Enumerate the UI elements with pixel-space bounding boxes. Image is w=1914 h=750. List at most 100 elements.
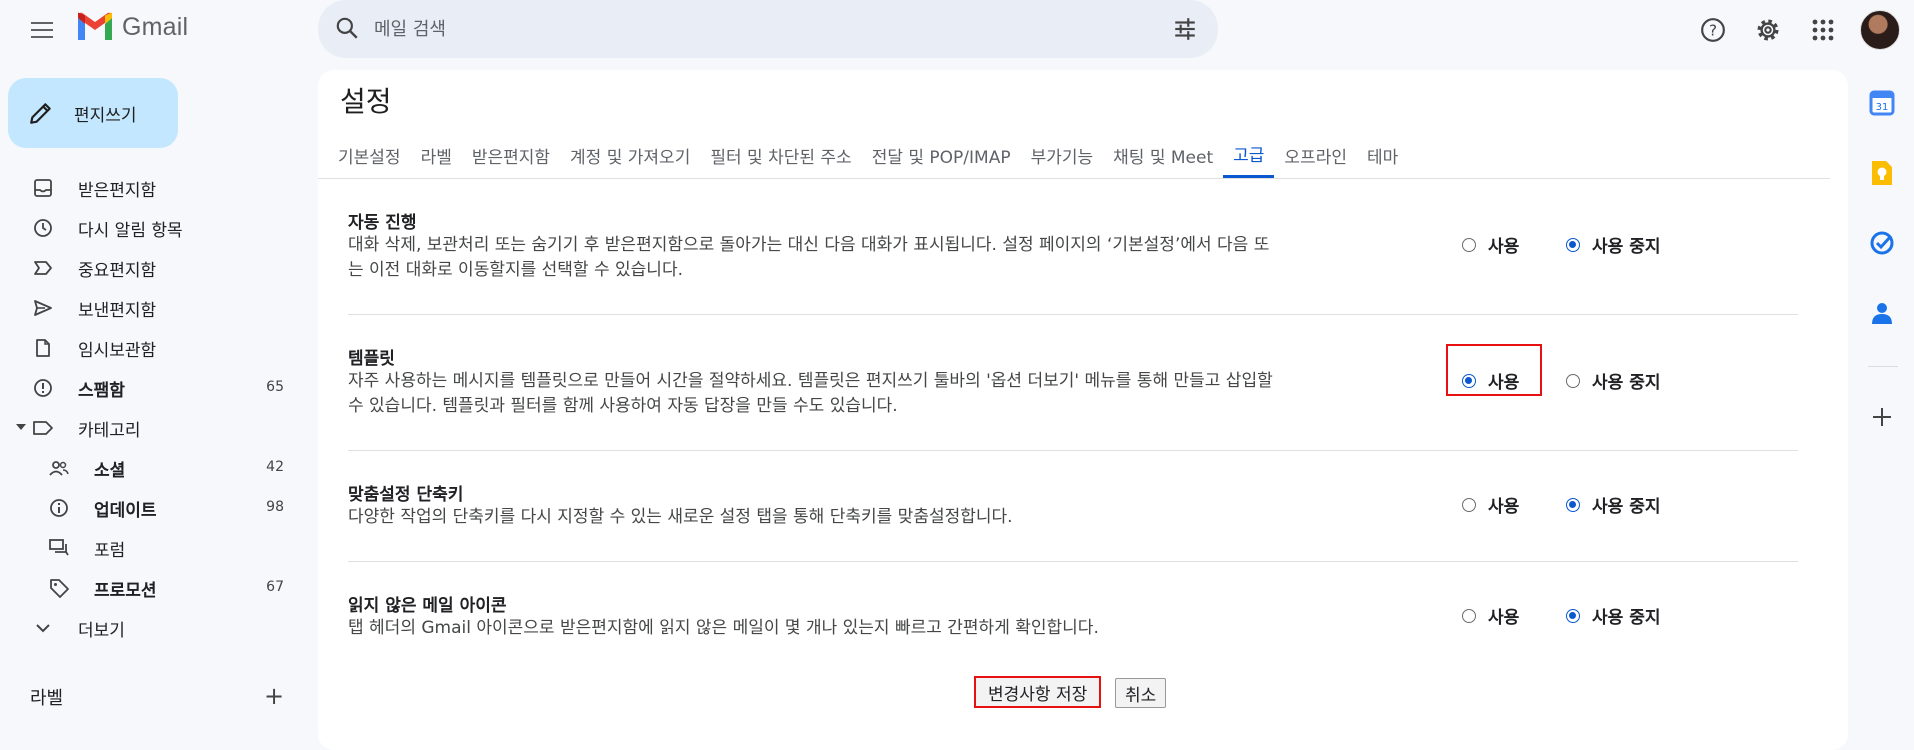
plus-icon: +: [264, 682, 285, 710]
top-right-actions: ?: [1691, 8, 1914, 52]
compose-button[interactable]: 편지쓰기: [8, 78, 178, 148]
side-panel-divider: [1868, 366, 1898, 367]
sidebar-item-drafts[interactable]: 임시보관함: [0, 327, 300, 367]
disable-radio[interactable]: [1566, 237, 1580, 252]
sidebar-item-snoozed[interactable]: 다시 알림 항목: [0, 207, 300, 247]
pencil-icon: [30, 103, 51, 124]
save-changes-button[interactable]: 변경사항 저장: [974, 676, 1102, 708]
sidebar-item-label: 스팸함: [78, 381, 125, 401]
disable-option[interactable]: 사용 중지: [1566, 603, 1660, 628]
help-button[interactable]: ?: [1691, 8, 1735, 52]
main-menu-button[interactable]: [22, 10, 62, 50]
tab-accounts[interactable]: 계정 및 가져오기: [560, 132, 700, 178]
unread-count: 98: [266, 499, 284, 515]
sidebar-item-label: 더보기: [78, 621, 125, 641]
sidebar-item-label: 보낸편지함: [78, 301, 157, 321]
plus-icon: [1873, 408, 1891, 426]
settings-button[interactable]: [1746, 8, 1790, 52]
enable-radio[interactable]: [1462, 497, 1476, 512]
unread-count: 42: [266, 459, 284, 475]
cancel-button[interactable]: 취소: [1115, 678, 1167, 708]
disable-option[interactable]: 사용 중지: [1566, 492, 1660, 517]
sidebar-item-updates[interactable]: 업데이트 98: [0, 487, 300, 527]
enable-radio[interactable]: [1462, 608, 1476, 623]
keep-icon: [1872, 161, 1892, 185]
row-divider: [348, 450, 1798, 451]
setting-description-line: 대화 삭제, 보관처리 또는 숨기기 후 받은편지함으로 돌아가는 대신 다음 …: [348, 235, 1270, 255]
info-icon: [50, 499, 68, 517]
sidebar-item-sent[interactable]: 보낸편지함: [0, 287, 300, 327]
enable-option[interactable]: 사용: [1462, 603, 1519, 628]
sidebar-nav: 받은편지함 다시 알림 항목 중요편지함 보낸편지함 임시보관함 스팸함 65 …: [0, 167, 300, 647]
search-icon[interactable]: [334, 15, 360, 41]
hamburger-icon: [31, 22, 53, 38]
tab-advanced[interactable]: 고급: [1223, 132, 1275, 178]
enable-option[interactable]: 사용: [1462, 232, 1519, 257]
tab-offline[interactable]: 오프라인: [1274, 132, 1357, 178]
setting-title: 템플릿: [348, 349, 395, 369]
get-addons-button[interactable]: [1867, 402, 1897, 432]
setting-title: 자동 진행: [348, 213, 417, 233]
search-options-icon[interactable]: [1172, 16, 1198, 42]
disable-radio[interactable]: [1566, 373, 1580, 388]
sidebar-item-inbox[interactable]: 받은편지함: [0, 167, 300, 207]
top-bar: Gmail ?: [0, 0, 1914, 58]
sidebar-item-more[interactable]: 더보기: [0, 607, 300, 647]
tab-themes[interactable]: 테마: [1357, 132, 1408, 178]
settings-tabs: 기본설정 라벨 받은편지함 계정 및 가져오기 필터 및 차단된 주소 전달 및…: [328, 132, 1408, 178]
sidebar-item-label: 프로모션: [94, 581, 157, 601]
account-avatar[interactable]: [1860, 10, 1900, 50]
search-input[interactable]: [374, 14, 1134, 44]
calendar-app-button[interactable]: 31: [1867, 88, 1897, 118]
sidebar-item-label: 받은편지함: [78, 181, 157, 201]
calendar-icon: 31: [1869, 90, 1895, 116]
sidebar-item-spam[interactable]: 스팸함 65: [0, 367, 300, 407]
expand-caret-icon[interactable]: [16, 424, 26, 430]
apps-button[interactable]: [1801, 8, 1845, 52]
setting-row-custom-shortcuts: 맞춤설정 단축키 다양한 작업의 단축키를 다시 지정할 수 있는 새로운 설정…: [318, 480, 1798, 560]
disable-radio[interactable]: [1566, 608, 1580, 623]
tab-chat-meet[interactable]: 채팅 및 Meet: [1103, 132, 1223, 178]
contacts-app-button[interactable]: [1867, 298, 1897, 328]
spam-icon: [34, 379, 52, 397]
enable-option[interactable]: 사용: [1462, 368, 1519, 393]
setting-description: 탭 헤더의 Gmail 아이콘으로 받은편지함에 읽지 않은 메일이 몇 개나 …: [348, 616, 1378, 641]
disable-radio[interactable]: [1566, 497, 1580, 512]
keep-app-button[interactable]: [1867, 158, 1897, 188]
setting-row-auto-advance: 자동 진행 대화 삭제, 보관처리 또는 숨기기 후 받은편지함으로 돌아가는 …: [318, 208, 1798, 318]
sidebar-item-forums[interactable]: 포럼: [0, 527, 300, 567]
sidebar-item-promotions[interactable]: 프로모션 67: [0, 567, 300, 607]
tab-addons[interactable]: 부가기능: [1021, 132, 1104, 178]
tab-inbox[interactable]: 받은편지함: [462, 132, 560, 178]
sidebar-item-label: 다시 알림 항목: [78, 221, 183, 241]
tab-forwarding[interactable]: 전달 및 POP/IMAP: [862, 132, 1021, 178]
gmail-m-icon: [78, 12, 112, 40]
gmail-logo[interactable]: Gmail: [76, 12, 188, 42]
enable-option[interactable]: 사용: [1462, 492, 1519, 517]
setting-title: 맞춤설정 단축키: [348, 485, 464, 505]
setting-description-line: 는 이전 대화로 이동할지를 선택할 수 있습니다.: [348, 260, 683, 280]
tab-labels[interactable]: 라벨: [411, 132, 462, 178]
sidebar-item-label: 업데이트: [94, 501, 157, 521]
unread-count: 67: [266, 579, 284, 595]
tabs-divider: [318, 178, 1830, 179]
tab-general[interactable]: 기본설정: [328, 132, 411, 178]
setting-description: 다양한 작업의 단축키를 다시 지정할 수 있는 새로운 설정 탭을 통해 단축…: [348, 505, 1378, 530]
tasks-app-button[interactable]: [1867, 228, 1897, 258]
tasks-icon: [1870, 231, 1894, 255]
page-title: 설정: [340, 85, 392, 118]
enable-label: 사용: [1488, 608, 1520, 628]
setting-row-unread-icon: 읽지 않은 메일 아이콘 탭 헤더의 Gmail 아이콘으로 받은편지함에 읽지…: [318, 591, 1798, 671]
sidebar-item-categories[interactable]: 카테고리: [0, 407, 300, 447]
sidebar-item-important[interactable]: 중요편지함: [0, 247, 300, 287]
inbox-icon: [34, 179, 52, 197]
sidebar-item-social[interactable]: 소셜 42: [0, 447, 300, 487]
disable-option[interactable]: 사용 중지: [1566, 232, 1660, 257]
tab-filters[interactable]: 필터 및 차단된 주소: [700, 132, 861, 178]
enable-radio[interactable]: [1462, 237, 1476, 252]
sidebar-item-label: 임시보관함: [78, 341, 157, 361]
add-label-button[interactable]: +: [264, 682, 284, 710]
enable-radio[interactable]: [1462, 373, 1476, 388]
disable-option[interactable]: 사용 중지: [1566, 368, 1660, 393]
labels-heading: 라벨: [30, 688, 64, 709]
